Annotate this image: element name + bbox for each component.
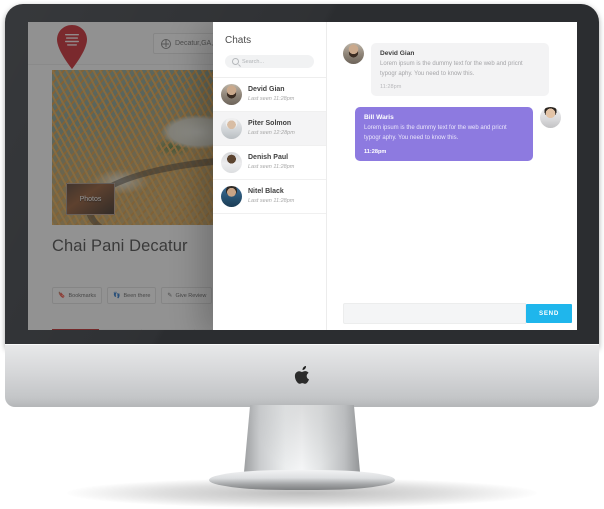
contact-status: Last seen 11:28pm [248, 163, 295, 170]
give-review-label: Give Review [175, 292, 207, 299]
message-outgoing: Bill Waris Lorem ipsum is the dummy text… [343, 107, 561, 161]
chats-heading: Chats [225, 35, 252, 46]
avatar [221, 84, 242, 105]
tab-reviews[interactable]: Reviews (0) [142, 329, 196, 330]
message-text: Lorem ipsum is the dummy text for the we… [364, 125, 507, 142]
list-item[interactable]: Devid Gian Last seen 11:28pm [213, 78, 326, 112]
message-bubble: Devid Gian Lorem ipsum is the dummy text… [371, 43, 549, 97]
content-tabs: Overview Menu(0) Reviews (0) Pho [52, 329, 227, 330]
avatar [221, 152, 242, 173]
contact-name: Devid Gian [248, 85, 285, 93]
conversation-items: Devid Gian Last seen 11:28pm Piter Solmo… [213, 77, 326, 214]
send-button[interactable]: SEND [526, 303, 572, 323]
bookmarks-button[interactable]: 🔖 Bookmarks [52, 287, 102, 304]
message-sender: Devid Gian [380, 50, 415, 57]
page-title: Chai Pani Decatur [52, 237, 188, 255]
give-review-button[interactable]: ✎ Give Review [161, 287, 213, 304]
bookmark-icon: 🔖 [58, 292, 66, 299]
screen-content: Decatur,GA,US Photos Chai Pani Decatur 🔖… [28, 22, 577, 330]
message-text: Lorem ipsum is the dummy text for the we… [380, 61, 523, 77]
tab-overview[interactable]: Overview [52, 329, 99, 330]
apple-logo-icon [294, 365, 310, 384]
avatar [343, 43, 364, 64]
imac-display-bezel: Decatur,GA,US Photos Chai Pani Decatur 🔖… [5, 4, 599, 348]
message-sender: Bill Waris [364, 114, 394, 122]
photos-thumbnail-badge[interactable]: Photos [66, 183, 115, 215]
contact-status: Last seen 11:28pm [248, 197, 295, 204]
screenshot-stage: Decatur,GA,US Photos Chai Pani Decatur 🔖… [0, 0, 604, 509]
list-item[interactable]: Nitel Black Last seen 11:28pm [213, 180, 326, 214]
search-icon [232, 58, 239, 65]
search-placeholder: Search... [242, 58, 265, 65]
conversation-list-panel: Chats Search... Devid Gian Last seen 11:… [213, 22, 327, 330]
list-item[interactable]: Denish Paul Last seen 11:28pm [213, 146, 326, 180]
pencil-icon: ✎ [167, 292, 173, 299]
action-button-row: 🔖 Bookmarks 👣 Been there ✎ Give Review ★ [52, 287, 235, 304]
been-there-button[interactable]: 👣 Been there [107, 287, 157, 304]
photos-badge-label: Photos [79, 195, 102, 203]
restaurant-pin-logo-icon[interactable] [55, 25, 89, 69]
message-composer: SEND [327, 296, 577, 330]
list-item[interactable]: Piter Solmon Last seen 12:28pm [213, 112, 326, 146]
message-incoming: Devid Gian Lorem ipsum is the dummy text… [343, 43, 561, 97]
conversation-panel: Devid Gian Lorem ipsum is the dummy text… [327, 22, 577, 330]
footsteps-icon: 👣 [113, 292, 121, 299]
globe-icon [161, 38, 171, 49]
imac-chin [5, 344, 599, 407]
chat-modal: Chats Search... Devid Gian Last seen 11:… [213, 22, 577, 330]
contact-name: Denish Paul [248, 153, 289, 161]
message-thread: Devid Gian Lorem ipsum is the dummy text… [327, 22, 577, 296]
drop-shadow [67, 478, 537, 508]
bookmarks-label: Bookmarks [68, 292, 96, 299]
conversation-list-header: Chats Search... [213, 22, 326, 68]
contact-status: Last seen 11:28pm [248, 95, 295, 102]
message-time: 11:28pm [364, 148, 387, 155]
message-bubble: Bill Waris Lorem ipsum is the dummy text… [355, 107, 533, 161]
avatar [221, 118, 242, 139]
contact-status: Last seen 12:28pm [248, 129, 295, 136]
avatar [221, 186, 242, 207]
tab-menu[interactable]: Menu(0) [98, 329, 143, 330]
been-there-label: Been there [123, 292, 151, 299]
message-time: 11:28pm [380, 84, 402, 91]
message-input[interactable] [343, 302, 526, 324]
contact-name: Piter Solmon [248, 119, 292, 127]
avatar [540, 107, 561, 129]
search-input[interactable]: Search... [225, 55, 314, 68]
contact-name: Nitel Black [248, 187, 284, 195]
